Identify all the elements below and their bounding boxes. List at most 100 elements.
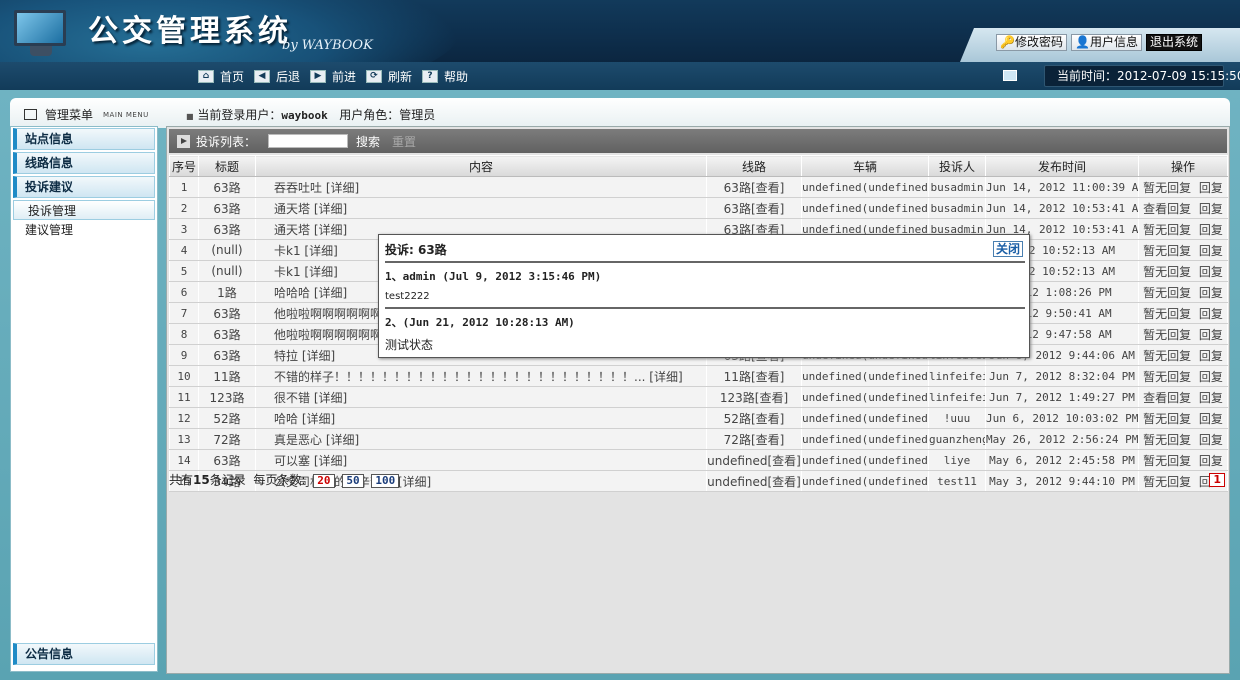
reply-entry-1: 1、admin (Jul 9, 2012 3:15:46 PM) <box>385 270 602 283</box>
view-reply-link[interactable]: 暂无回复 <box>1143 328 1191 342</box>
row-line-link[interactable]: 123路[查看] <box>706 386 802 408</box>
view-reply-link[interactable]: 暂无回复 <box>1143 349 1191 363</box>
role-value: 管理员 <box>399 108 436 122</box>
content-panel: 投诉列表： 搜索 重置 序号 标题 内容 线路 车辆 投诉人 发布时间 操作 1… <box>166 126 1230 674</box>
sidebar-item-stations[interactable]: 站点信息 <box>13 128 155 150</box>
table-row: 12 52路 哈哈 [详细] 52路[查看] undefined(undefined)!… <box>169 407 1228 429</box>
row-content-link[interactable]: 可以塞 [详细] <box>255 449 707 471</box>
reply-link[interactable]: 回复 <box>1199 202 1223 216</box>
popup-close-button[interactable]: 关闭 <box>992 241 1023 257</box>
row-content-link[interactable]: 不错的样子！！！！！！！！！！！！！！！！！！！！！！！！！... [详细] <box>255 365 707 387</box>
row-number: 11 <box>169 386 199 408</box>
forward-arrow-icon: ▶ <box>310 70 326 83</box>
row-complainant: linfeifei <box>928 365 986 387</box>
row-content-link[interactable]: 真是恶心 [详细] <box>255 428 707 450</box>
user-name: waybook <box>281 109 328 122</box>
row-content-link[interactable]: 通天塔 [详细] <box>255 197 707 219</box>
reply-link[interactable]: 回复 <box>1199 391 1223 405</box>
divider <box>385 261 1025 263</box>
search-input[interactable] <box>268 134 349 148</box>
menu-subtitle: MAIN MENU <box>103 110 149 119</box>
reply-link[interactable]: 回复 <box>1199 328 1223 342</box>
row-content-link[interactable]: 很不错 [详细] <box>255 386 707 408</box>
reply-link[interactable]: 回复 <box>1199 307 1223 321</box>
reply-link[interactable]: 回复 <box>1199 286 1223 300</box>
sidebar-sub-suggestions[interactable]: 建议管理 <box>11 220 157 240</box>
menu-title: 管理菜单 <box>45 108 94 122</box>
view-reply-link[interactable]: 暂无回复 <box>1143 433 1191 447</box>
row-content-link[interactable]: 哈哈 [详细] <box>255 407 707 429</box>
bullet-icon: ■ <box>186 112 194 121</box>
reply-link[interactable]: 回复 <box>1199 244 1223 258</box>
view-reply-link[interactable]: 暂无回复 <box>1143 412 1191 426</box>
nav-help[interactable]: ? 帮助 <box>422 68 468 85</box>
table-row: 11 123路 很不错 [详细] 123路[查看] undefined(undefine… <box>169 386 1228 408</box>
row-actions: 暂无回复 回复 <box>1138 260 1228 282</box>
app-subtitle: by WAYBOOK <box>282 38 373 53</box>
reply-link[interactable]: 回复 <box>1199 433 1223 447</box>
user-info-button[interactable]: 👤用户信息 <box>1071 34 1142 51</box>
search-button[interactable]: 搜索 <box>356 133 380 150</box>
sidebar-item-announcements[interactable]: 公告信息 <box>13 643 155 665</box>
sidebar-sub-complaints[interactable]: 投诉管理 <box>13 200 155 220</box>
nav-back[interactable]: ◀ 后退 <box>254 68 300 85</box>
page-size-20[interactable]: 20 <box>313 474 335 488</box>
popup-title: 投诉: 63路 <box>385 243 447 257</box>
row-complainant: busadmin <box>928 197 986 219</box>
view-reply-link[interactable]: 暂无回复 <box>1143 286 1191 300</box>
page-size-100[interactable]: 100 <box>371 474 400 488</box>
view-reply-link[interactable]: 暂无回复 <box>1143 223 1191 237</box>
row-complainant: guanzheng <box>928 428 986 450</box>
nav-forward[interactable]: ▶ 前进 <box>310 68 356 85</box>
col-header: 序号 <box>169 155 199 177</box>
monitor-icon <box>1003 70 1017 81</box>
page-size-50[interactable]: 50 <box>342 474 364 488</box>
help-icon: ? <box>422 70 438 83</box>
row-complainant: liye <box>928 449 986 471</box>
row-line-link[interactable]: 52路[查看] <box>706 407 802 429</box>
reply-link[interactable]: 回复 <box>1199 454 1223 468</box>
row-content-link[interactable]: 吞吞吐吐 [详细] <box>255 176 707 198</box>
row-title: 63路 <box>198 218 256 240</box>
login-info: ■ 当前登录用户：waybook 用户角色：管理员 <box>186 106 435 123</box>
play-icon <box>177 134 190 148</box>
sidebar-item-feedback[interactable]: 投诉建议 <box>13 176 155 198</box>
col-header: 操作 <box>1138 155 1228 177</box>
row-line-link[interactable]: undefined[查看] <box>706 449 802 471</box>
row-line-link[interactable]: 72路[查看] <box>706 428 802 450</box>
back-arrow-icon: ◀ <box>254 70 270 83</box>
table-header: 序号 标题 内容 线路 车辆 投诉人 发布时间 操作 <box>169 155 1228 177</box>
change-password-button[interactable]: 🔑修改密码 <box>996 34 1067 51</box>
reset-button[interactable]: 重置 <box>392 133 416 150</box>
row-line-link[interactable]: 63路[查看] <box>706 176 802 198</box>
view-reply-link[interactable]: 查看回复 <box>1143 202 1191 216</box>
row-number: 3 <box>169 218 199 240</box>
reply-link[interactable]: 回复 <box>1199 265 1223 279</box>
row-line-link[interactable]: 11路[查看] <box>706 365 802 387</box>
reply-link[interactable]: 回复 <box>1199 370 1223 384</box>
divider <box>385 307 1025 309</box>
nav-home[interactable]: ⌂ 首页 <box>198 68 244 85</box>
row-line-link[interactable]: 63路[查看] <box>706 197 802 219</box>
view-reply-link[interactable]: 暂无回复 <box>1143 265 1191 279</box>
view-reply-link[interactable]: 暂无回复 <box>1143 454 1191 468</box>
view-reply-link[interactable]: 暂无回复 <box>1143 181 1191 195</box>
view-reply-link[interactable]: 暂无回复 <box>1143 244 1191 258</box>
row-number: 2 <box>169 197 199 219</box>
logout-button[interactable]: 退出系统 <box>1146 34 1203 51</box>
col-header: 投诉人 <box>928 155 986 177</box>
table-row: 10 11路 不错的样子！！！！！！！！！！！！！！！！！！！！！！！！！... [… <box>169 365 1228 387</box>
nav-refresh[interactable]: ⟳ 刷新 <box>366 68 412 85</box>
reply-body-2: 测试状态 <box>385 338 434 352</box>
reply-link[interactable]: 回复 <box>1199 412 1223 426</box>
sidebar-item-lines[interactable]: 线路信息 <box>13 152 155 174</box>
page-number[interactable]: 1 <box>1209 473 1225 487</box>
view-reply-link[interactable]: 暂无回复 <box>1143 307 1191 321</box>
list-title: 投诉列表： <box>196 134 257 149</box>
reply-link[interactable]: 回复 <box>1199 349 1223 363</box>
row-title: 63路 <box>198 449 256 471</box>
reply-link[interactable]: 回复 <box>1199 181 1223 195</box>
view-reply-link[interactable]: 查看回复 <box>1143 391 1191 405</box>
reply-link[interactable]: 回复 <box>1199 223 1223 237</box>
view-reply-link[interactable]: 暂无回复 <box>1143 370 1191 384</box>
